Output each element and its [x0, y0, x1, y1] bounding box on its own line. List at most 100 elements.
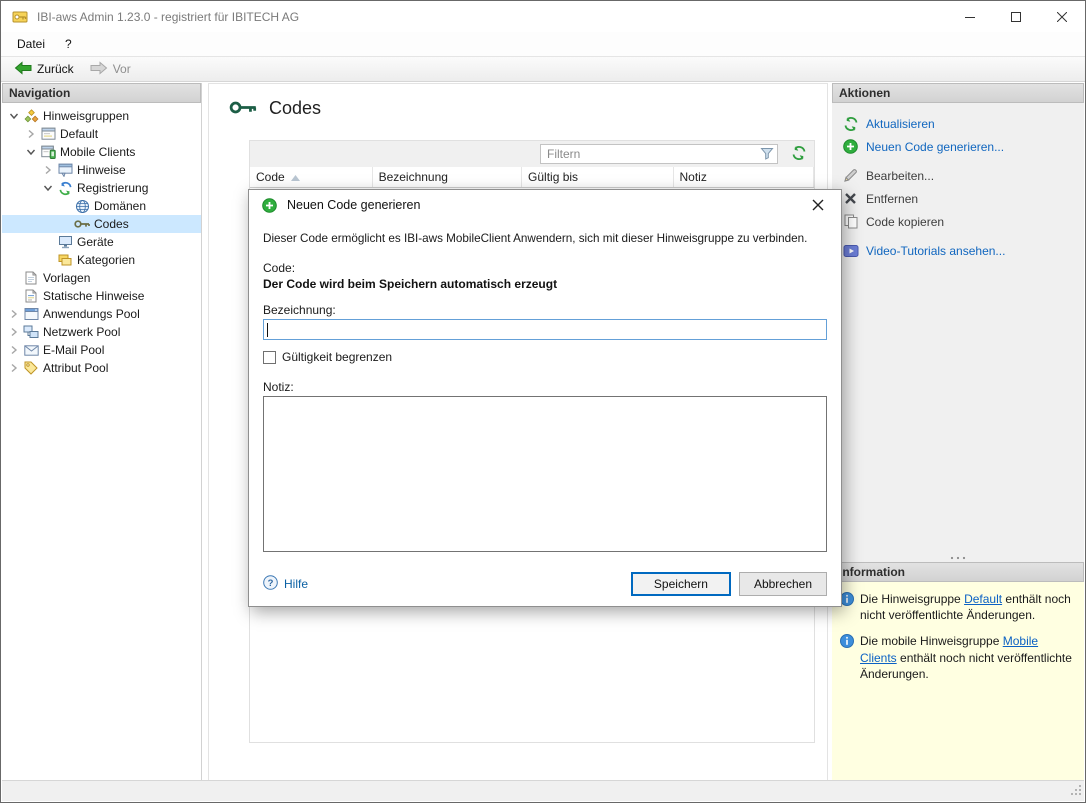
- action-label: Bearbeiten...: [866, 169, 934, 183]
- minimize-button[interactable]: [947, 1, 993, 32]
- chevron-right-icon[interactable]: [6, 360, 22, 376]
- tree-item-label: Registrierung: [74, 181, 148, 195]
- expander-spacer: [40, 252, 56, 268]
- tree-item-mobile-clients[interactable]: Mobile Clients: [2, 143, 201, 161]
- refresh-button[interactable]: [790, 145, 808, 163]
- resize-grip[interactable]: [1070, 784, 1082, 799]
- column-header-notiz[interactable]: Notiz: [674, 167, 815, 187]
- action-aktualisieren[interactable]: Aktualisieren: [842, 112, 1084, 135]
- domaenen-icon: [73, 198, 91, 214]
- title-bar[interactable]: IBI-aws Admin 1.23.0 - registriert für I…: [1, 1, 1085, 32]
- chevron-right-icon[interactable]: [6, 342, 22, 358]
- action-neuen-code-generieren[interactable]: Neuen Code generieren...: [842, 135, 1084, 158]
- tree-item-email-pool[interactable]: E-Mail Pool: [2, 341, 201, 359]
- save-button[interactable]: Speichern: [631, 572, 731, 596]
- bezeichnung-input[interactable]: [263, 319, 827, 340]
- action-bearbeiten[interactable]: Bearbeiten...: [842, 164, 1084, 187]
- tree-item-registrierung[interactable]: Registrierung: [2, 179, 201, 197]
- tree-item-label: Domänen: [91, 199, 146, 213]
- column-header-bezeichnung[interactable]: Bezeichnung: [373, 167, 522, 187]
- tree-item-anwendungs-pool[interactable]: Anwendungs Pool: [2, 305, 201, 323]
- refresh-icon: [791, 145, 807, 164]
- vorlagen-icon: [22, 270, 40, 286]
- action-label: Code kopieren: [866, 215, 944, 229]
- action-entfernen[interactable]: Entfernen: [842, 187, 1084, 210]
- filter-input[interactable]: [540, 144, 778, 164]
- filter-input-wrap: [540, 144, 778, 164]
- tree-item-attribut-pool[interactable]: Attribut Pool: [2, 359, 201, 377]
- info-note: Die mobile Hinweisgruppe Mobile Clients …: [840, 633, 1076, 682]
- menu-item-hilfe[interactable]: ?: [55, 34, 82, 54]
- chevron-down-icon[interactable]: [40, 180, 56, 196]
- action-video-tutorials[interactable]: Video-Tutorials ansehen...: [842, 239, 1084, 262]
- info-link[interactable]: Default: [964, 592, 1002, 606]
- chevron-down-icon[interactable]: [6, 108, 22, 124]
- chevron-right-icon[interactable]: [40, 162, 56, 178]
- expander-spacer: [6, 270, 22, 286]
- filter-icon[interactable]: [760, 147, 774, 163]
- checkbox-unchecked[interactable]: [263, 351, 276, 364]
- back-button[interactable]: Zurück: [7, 59, 81, 80]
- expander-spacer: [6, 288, 22, 304]
- tree-item-vorlagen[interactable]: Vorlagen: [2, 269, 201, 287]
- tree-item-domaenen[interactable]: Domänen: [2, 197, 201, 215]
- column-header-code[interactable]: Code: [250, 167, 373, 187]
- back-arrow-icon: [14, 61, 32, 78]
- page-title-row: Codes: [229, 98, 321, 119]
- chevron-right-icon[interactable]: [6, 306, 22, 322]
- column-label: Gültig bis: [528, 170, 578, 184]
- chevron-right-icon[interactable]: [23, 126, 39, 142]
- app-icon: [12, 9, 28, 25]
- chevron-down-icon[interactable]: [23, 144, 39, 160]
- help-link[interactable]: ? Hilfe: [263, 575, 308, 593]
- tree-item-geraete[interactable]: Geräte: [2, 233, 201, 251]
- column-header-gueltig-bis[interactable]: Gültig bis: [522, 167, 673, 187]
- code-label: Code:: [263, 261, 827, 275]
- menu-item-datei[interactable]: Datei: [7, 34, 55, 54]
- expander-spacer: [57, 198, 73, 214]
- action-code-kopieren[interactable]: Code kopieren: [842, 210, 1084, 233]
- registrierung-icon: [56, 180, 74, 196]
- key-icon: [229, 99, 257, 119]
- expander-spacer: [40, 234, 56, 250]
- status-bar: [2, 780, 1084, 801]
- tree-item-hinweisgruppen[interactable]: Hinweisgruppen: [2, 107, 201, 125]
- cancel-button[interactable]: Abbrechen: [739, 572, 827, 596]
- dialog-buttons: Speichern Abbrechen: [631, 572, 827, 596]
- tree-item-label: Geräte: [74, 235, 114, 249]
- chevron-right-icon[interactable]: [6, 324, 22, 340]
- tree-item-label: Hinweise: [74, 163, 126, 177]
- hinweisgruppe-icon: [39, 126, 57, 142]
- notiz-label: Notiz:: [263, 380, 827, 394]
- dialog-titlebar[interactable]: Neuen Code generieren: [249, 190, 841, 220]
- maximize-button[interactable]: [993, 1, 1039, 32]
- expander-spacer: [57, 216, 73, 232]
- column-label: Code: [256, 170, 285, 184]
- notiz-textarea[interactable]: [263, 396, 827, 552]
- tree-item-netzwerk-pool[interactable]: Netzwerk Pool: [2, 323, 201, 341]
- tree-item-hinweise[interactable]: Hinweise: [2, 161, 201, 179]
- kategorien-icon: [56, 252, 74, 268]
- tree-item-default[interactable]: Default: [2, 125, 201, 143]
- text-caret: [267, 323, 268, 337]
- navigation-tree: Hinweisgruppen DefaultMobile Clients Hinwe…: [2, 103, 201, 782]
- info-text: Die mobile Hinweisgruppe Mobile Clients …: [860, 633, 1076, 682]
- help-icon: ?: [263, 575, 278, 593]
- tree-item-codes[interactable]: Codes: [2, 215, 201, 233]
- gueltigkeit-checkbox-row[interactable]: Gültigkeit begrenzen: [263, 350, 827, 364]
- tree-item-kategorien[interactable]: Kategorien: [2, 251, 201, 269]
- hinweise-icon: [56, 162, 74, 178]
- close-button[interactable]: [1039, 1, 1085, 32]
- information-notes: Die Hinweisgruppe Default enthält noch n…: [832, 582, 1084, 782]
- panel-splitter-handle[interactable]: [832, 552, 1084, 562]
- delete-icon: [842, 191, 859, 207]
- code-value: Der Code wird beim Speichern automatisch…: [263, 277, 827, 291]
- navigation-panel: Navigation HinweisgruppenDefaultMobile C…: [2, 83, 202, 782]
- dialog-close-button[interactable]: [805, 194, 831, 216]
- forward-label: Vor: [113, 62, 131, 76]
- tree-item-label: Hinweisgruppen: [40, 109, 129, 123]
- forward-button[interactable]: Vor: [83, 59, 138, 80]
- tree-item-statische-hinweise[interactable]: Statische Hinweise: [2, 287, 201, 305]
- attribut-pool-icon: [22, 360, 40, 376]
- geraete-icon: [56, 234, 74, 250]
